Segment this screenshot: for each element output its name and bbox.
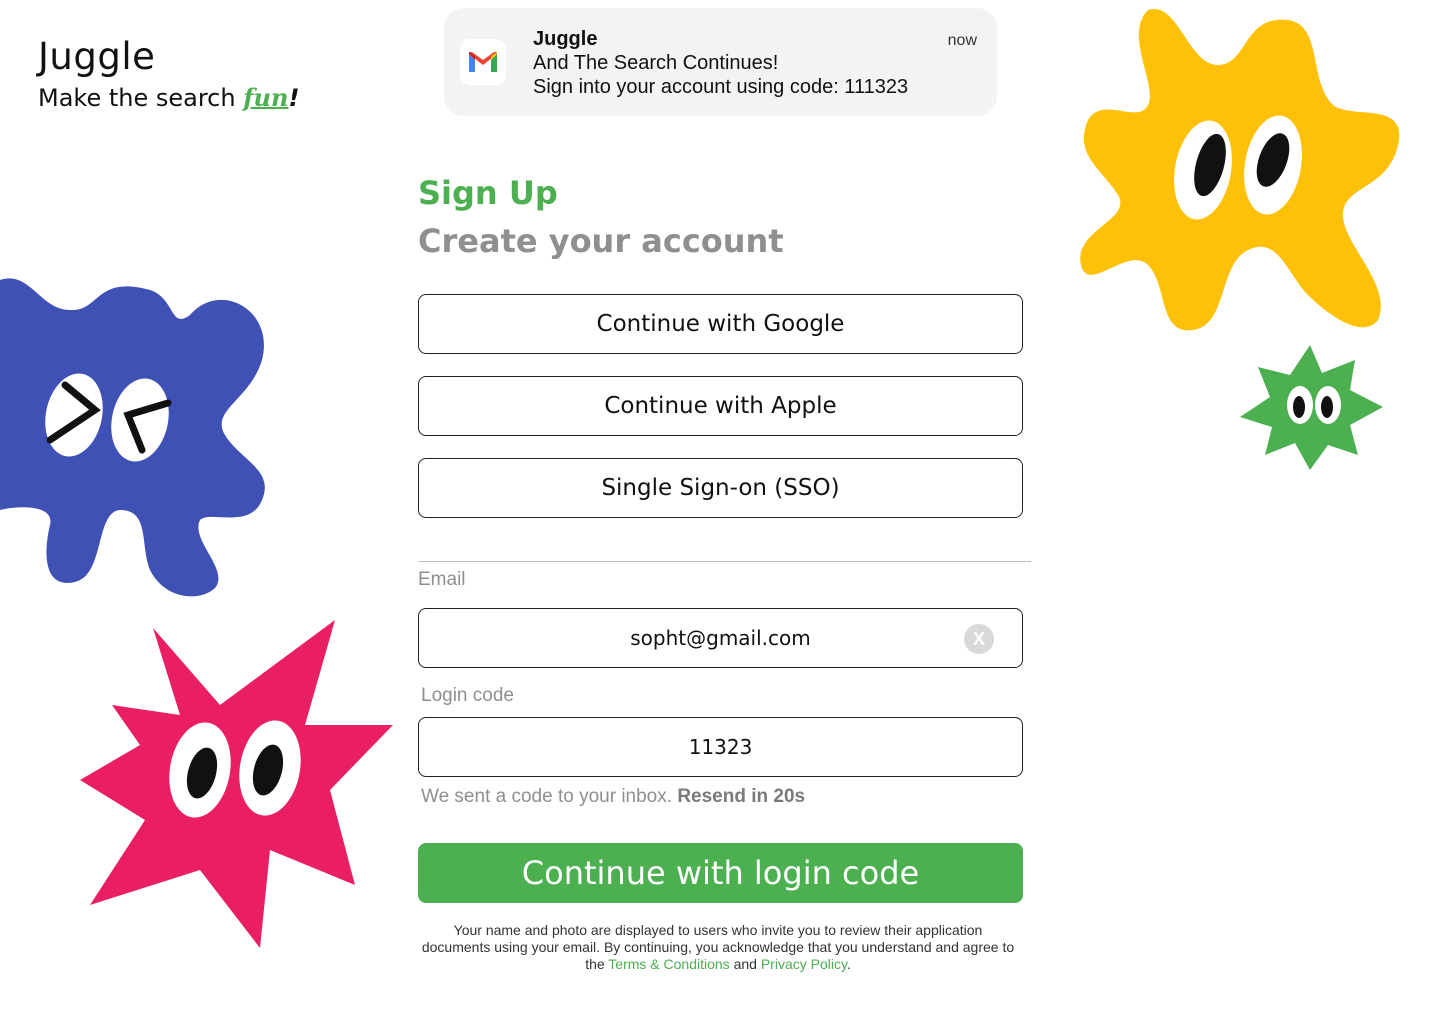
code-hint-text: We sent a code to your inbox. [421, 786, 673, 807]
tagline-prefix: Make the search [38, 84, 244, 112]
page-subtitle: Create your account [418, 222, 784, 260]
privacy-link[interactable]: Privacy Policy [761, 956, 847, 972]
tagline-suffix: ! [288, 84, 300, 112]
brand-tagline: Make the search fun! [38, 83, 299, 112]
blue-blob-mascot [0, 278, 265, 597]
notification-time: now [947, 32, 977, 49]
notification-title: And The Search Continues! [533, 52, 779, 74]
legal-end: . [846, 956, 851, 972]
login-code-wrapper [418, 717, 1023, 777]
notification-banner[interactable]: Juggle And The Search Continues! Sign in… [444, 8, 997, 116]
brand-title: Juggle [38, 35, 156, 78]
login-code-label: Login code [421, 685, 514, 706]
terms-link[interactable]: Terms & Conditions [608, 956, 729, 972]
apple-signin-button[interactable]: Continue with Apple [418, 376, 1023, 436]
pink-star-mascot [80, 620, 393, 948]
green-star-mascot [1240, 345, 1383, 470]
legal-text: Your name and photo are displayed to use… [418, 922, 1018, 973]
yellow-blob-mascot [1080, 8, 1400, 331]
sso-signin-button[interactable]: Single Sign-on (SSO) [418, 458, 1023, 518]
notification-body: Sign into your account using code: 11132… [533, 76, 909, 98]
email-field[interactable] [419, 625, 1022, 651]
email-label: Email [418, 569, 466, 590]
submit-login-code-button[interactable]: Continue with login code [418, 843, 1023, 903]
legal-and: and [729, 956, 761, 972]
login-code-field[interactable] [419, 734, 1022, 760]
clear-email-button[interactable]: X [964, 624, 994, 654]
notification-app: Juggle [533, 28, 598, 50]
gmail-icon [460, 39, 506, 85]
page-title: Sign Up [418, 174, 558, 212]
brand: Juggle Make the search fun! [38, 38, 299, 112]
email-field-wrapper: X [418, 608, 1023, 668]
resend-link[interactable]: Resend in 20s [677, 786, 805, 807]
code-hint: We sent a code to your inbox. Resend in … [421, 786, 805, 808]
divider [418, 561, 1031, 562]
google-signin-button[interactable]: Continue with Google [418, 294, 1023, 354]
tagline-accent: fun [243, 83, 289, 112]
